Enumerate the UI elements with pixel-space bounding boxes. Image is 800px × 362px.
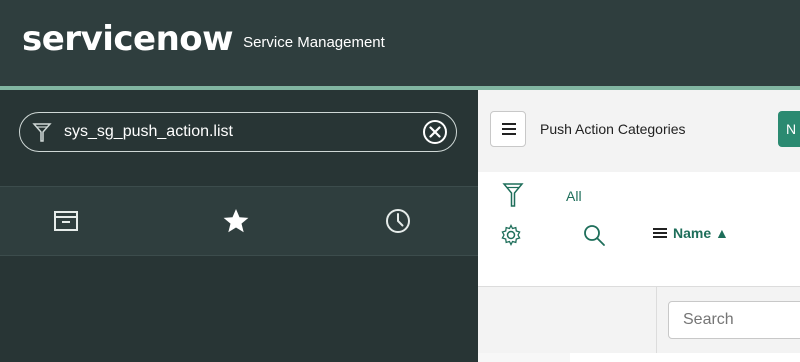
column-search-input[interactable] <box>668 301 800 339</box>
breadcrumb-all-link[interactable]: All <box>566 188 582 204</box>
search-icon[interactable] <box>582 223 606 247</box>
filter-toggle-icon[interactable] <box>502 182 524 210</box>
list-body <box>478 353 800 362</box>
column-header-label[interactable]: Name ▲ <box>673 225 729 241</box>
column-menu-icon[interactable] <box>653 227 667 239</box>
first-row-cell <box>570 353 800 362</box>
logo-text: servicenow <box>22 19 234 59</box>
gear-icon[interactable] <box>500 224 522 246</box>
navigator-filter-field[interactable]: sys_sg_push_action.list <box>19 112 457 152</box>
filter-icon <box>32 123 52 142</box>
list-column-header-row: Name ▲ <box>478 216 800 256</box>
star-icon[interactable] <box>220 205 252 237</box>
top-banner: servicenow Service Management <box>0 0 800 86</box>
list-context-menu-button[interactable] <box>490 111 526 147</box>
breadcrumb: All <box>478 172 800 216</box>
new-button[interactable]: N <box>778 111 800 147</box>
navigator-tabs <box>0 186 478 256</box>
column-header-name[interactable]: Name ▲ <box>653 225 729 241</box>
list-header: Push Action Categories N <box>478 90 800 173</box>
application-navigator: sys_sg_push_action.list <box>0 90 478 362</box>
app-name: Service Management <box>243 34 385 51</box>
servicenow-logo[interactable]: servicenow Service Management <box>22 20 385 58</box>
clear-filter-icon[interactable] <box>422 119 448 145</box>
archive-icon[interactable] <box>50 205 82 237</box>
navigator-filter-text[interactable]: sys_sg_push_action.list <box>64 123 233 141</box>
search-row-spacer <box>478 287 657 353</box>
page-title: Push Action Categories <box>540 121 686 137</box>
clock-icon[interactable] <box>382 205 414 237</box>
column-search-row <box>478 286 800 354</box>
list-content-frame: Push Action Categories N All Name ▲ <box>478 90 800 362</box>
